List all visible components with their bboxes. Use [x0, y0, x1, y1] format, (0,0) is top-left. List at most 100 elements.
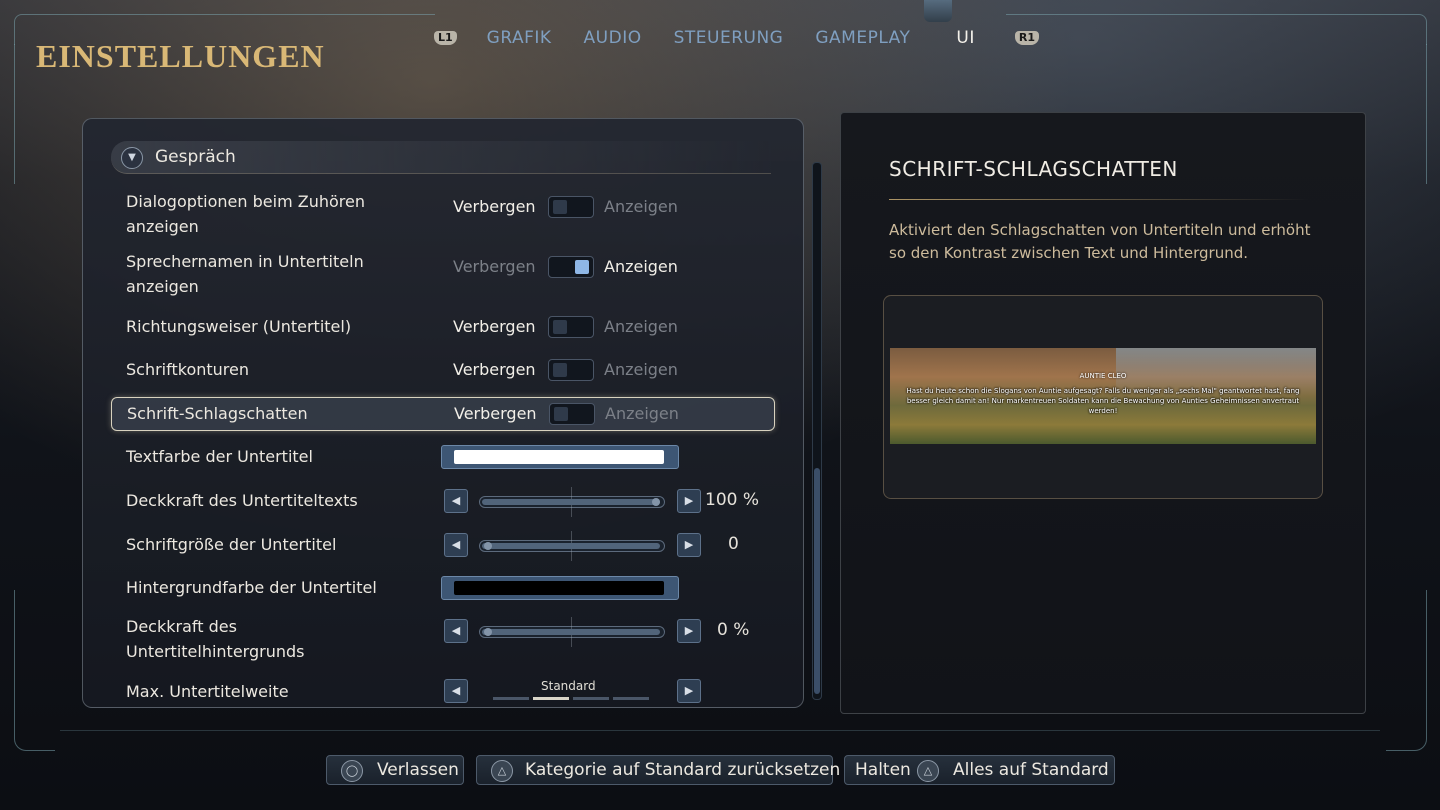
- frame-top-right: [1006, 14, 1427, 45]
- setting-label: Max. Untertitelweite: [126, 682, 289, 701]
- setting-font-drop-shadow[interactable]: Schrift-Schlagschatten Verbergen Anzeige…: [111, 397, 775, 431]
- color-picker[interactable]: [441, 576, 679, 600]
- setting-label: Deckkraft des Untertitelhintergrunds: [126, 617, 305, 661]
- tab-steuerung[interactable]: STEUERUNG: [674, 28, 784, 48]
- setting-max-subtitle-width[interactable]: Max. Untertitelweite ◀ Standard ▶: [111, 679, 773, 705]
- slider-handle[interactable]: [484, 628, 492, 636]
- setting-label: Schriftkonturen: [126, 360, 249, 379]
- arrow-left-icon[interactable]: ◀: [444, 533, 468, 557]
- detail-panel: SCHRIFT-SCHLAGSCHATTEN Aktiviert den Sch…: [840, 112, 1366, 714]
- slider-fill: [482, 629, 660, 635]
- toggle-switch[interactable]: [548, 256, 594, 278]
- slider-value: 0 %: [717, 620, 750, 640]
- toggle-switch[interactable]: [548, 196, 594, 218]
- toggle-option-show[interactable]: Anzeigen: [604, 360, 678, 380]
- arrow-right-icon[interactable]: ▶: [677, 489, 701, 513]
- arrow-left-icon[interactable]: ◀: [444, 679, 468, 703]
- slider-value: 0: [728, 534, 739, 554]
- frame-bottom-line: [60, 730, 1380, 732]
- preview-speaker: AUNTIE CLEO: [1079, 372, 1127, 380]
- opacity-slider[interactable]: [479, 487, 665, 517]
- font-size-slider[interactable]: [479, 531, 665, 561]
- setting-subtitle-bg-opacity[interactable]: Deckkraft des Untertitelhintergrunds ◀ ▶ …: [111, 614, 773, 666]
- setting-font-outlines[interactable]: Schriftkonturen Verbergen Anzeigen: [111, 357, 773, 383]
- chevron-down-icon: ▼: [121, 147, 143, 169]
- toggle-option-hide[interactable]: Verbergen: [453, 257, 536, 277]
- frame-bottom-right: [1386, 590, 1427, 751]
- setting-subtitle-text-color[interactable]: Textfarbe der Untertitel: [111, 444, 773, 470]
- toggle-switch[interactable]: [548, 316, 594, 338]
- page-title: EINSTELLUNGEN: [36, 38, 325, 74]
- setting-subtitle-text-opacity[interactable]: Deckkraft des Untertiteltexts ◀ ▶ 100 %: [111, 487, 773, 517]
- setting-label: Sprechernamen in Untertiteln anzeigen: [126, 252, 364, 296]
- scrollbar[interactable]: [812, 162, 822, 700]
- detail-title: SCHRIFT-SCHLAGSCHATTEN: [889, 157, 1178, 181]
- color-swatch-white: [454, 450, 664, 464]
- tab-gameplay[interactable]: GAMEPLAY: [815, 28, 910, 48]
- option-indicator: [493, 697, 529, 700]
- arrow-right-icon[interactable]: ▶: [677, 533, 701, 557]
- toggle-option-show[interactable]: Anzeigen: [604, 197, 678, 217]
- color-picker[interactable]: [441, 445, 679, 469]
- setting-label: Schriftgröße der Untertitel: [126, 535, 337, 554]
- setting-label: Schrift-Schlagschatten: [127, 404, 308, 423]
- r1-button-icon[interactable]: R1: [1014, 31, 1039, 45]
- arrow-right-icon[interactable]: ▶: [677, 679, 701, 703]
- toggle-option-hide[interactable]: Verbergen: [453, 197, 536, 217]
- l1-button-icon[interactable]: L1: [434, 31, 457, 45]
- scrollbar-thumb[interactable]: [814, 468, 820, 694]
- slider-fill: [482, 543, 660, 549]
- toggle-option-show[interactable]: Anzeigen: [604, 257, 678, 277]
- tab-grafik[interactable]: GRAFIK: [487, 28, 552, 48]
- setting-speaker-names[interactable]: Sprechernamen in Untertiteln anzeigen Ver…: [111, 249, 773, 301]
- toggle-option-show[interactable]: Anzeigen: [604, 317, 678, 337]
- slider-value: 100 %: [705, 490, 760, 510]
- reset-category-button[interactable]: △ Kategorie auf Standard zurücksetzen: [476, 755, 840, 785]
- toggle-option-hide[interactable]: Verbergen: [454, 404, 537, 424]
- active-tab-indicator: [924, 0, 952, 22]
- slider-handle[interactable]: [484, 542, 492, 550]
- frame-right: [1416, 44, 1427, 184]
- arrow-left-icon[interactable]: ◀: [444, 489, 468, 513]
- bg-opacity-slider[interactable]: [479, 617, 665, 647]
- slider-handle[interactable]: [652, 498, 660, 506]
- option-indicator: [573, 697, 609, 700]
- setting-direction-indicator[interactable]: Richtungsweiser (Untertitel) Verbergen A…: [111, 314, 773, 340]
- toggle-switch[interactable]: [549, 403, 595, 425]
- circle-button-icon: ◯: [341, 760, 363, 782]
- tab-ui[interactable]: UI: [956, 28, 974, 48]
- setting-subtitle-font-size[interactable]: Schriftgröße der Untertitel ◀ ▶ 0: [111, 531, 773, 561]
- section-header-gespraech[interactable]: ▼ Gespräch: [111, 141, 771, 174]
- toggle-switch[interactable]: [548, 359, 594, 381]
- setting-dialog-options[interactable]: Dialogoptionen beim Zuhören anzeigen Verb…: [111, 189, 773, 241]
- setting-label: Dialogoptionen beim Zuhören anzeigen: [126, 192, 365, 236]
- color-swatch-black: [454, 581, 664, 595]
- triangle-button-icon: △: [917, 760, 939, 782]
- option-value: Standard: [541, 679, 596, 693]
- toggle-option-hide[interactable]: Verbergen: [453, 317, 536, 337]
- leave-button[interactable]: ◯ Verlassen: [326, 755, 464, 785]
- setting-label: Deckkraft des Untertiteltexts: [126, 491, 358, 510]
- setting-label: Hintergrundfarbe der Untertitel: [126, 578, 377, 597]
- slider-fill: [482, 499, 660, 505]
- setting-label: Richtungsweiser (Untertitel): [126, 317, 352, 336]
- option-indicator: [613, 697, 649, 700]
- setting-subtitle-bg-color[interactable]: Hintergrundfarbe der Untertitel: [111, 575, 773, 601]
- frame-bottom-left: [14, 590, 55, 751]
- setting-label: Textfarbe der Untertitel: [126, 447, 313, 466]
- option-indicator-active: [533, 697, 569, 700]
- detail-description: Aktiviert den Schlagschatten von Unterti…: [889, 221, 1311, 262]
- section-label: Gespräch: [155, 147, 236, 167]
- toggle-option-show[interactable]: Anzeigen: [605, 404, 679, 424]
- toggle-option-hide[interactable]: Verbergen: [453, 360, 536, 380]
- tab-audio[interactable]: AUDIO: [584, 28, 642, 48]
- detail-divider: [889, 199, 1309, 200]
- reset-all-button[interactable]: Halten △ Alles auf Standard: [844, 755, 1115, 785]
- preview-image: AUNTIE CLEO Hast du heute schon die Slog…: [890, 348, 1316, 444]
- arrow-left-icon[interactable]: ◀: [444, 619, 468, 643]
- preview-subtitle-text: Hast du heute schon die Slogans von Aunt…: [906, 387, 1300, 415]
- settings-list: ▼ Gespräch Dialogoptionen beim Zuhören an…: [82, 118, 804, 708]
- triangle-button-icon: △: [491, 760, 513, 782]
- arrow-right-icon[interactable]: ▶: [677, 619, 701, 643]
- preview-frame: AUNTIE CLEO Hast du heute schon die Slog…: [883, 295, 1323, 499]
